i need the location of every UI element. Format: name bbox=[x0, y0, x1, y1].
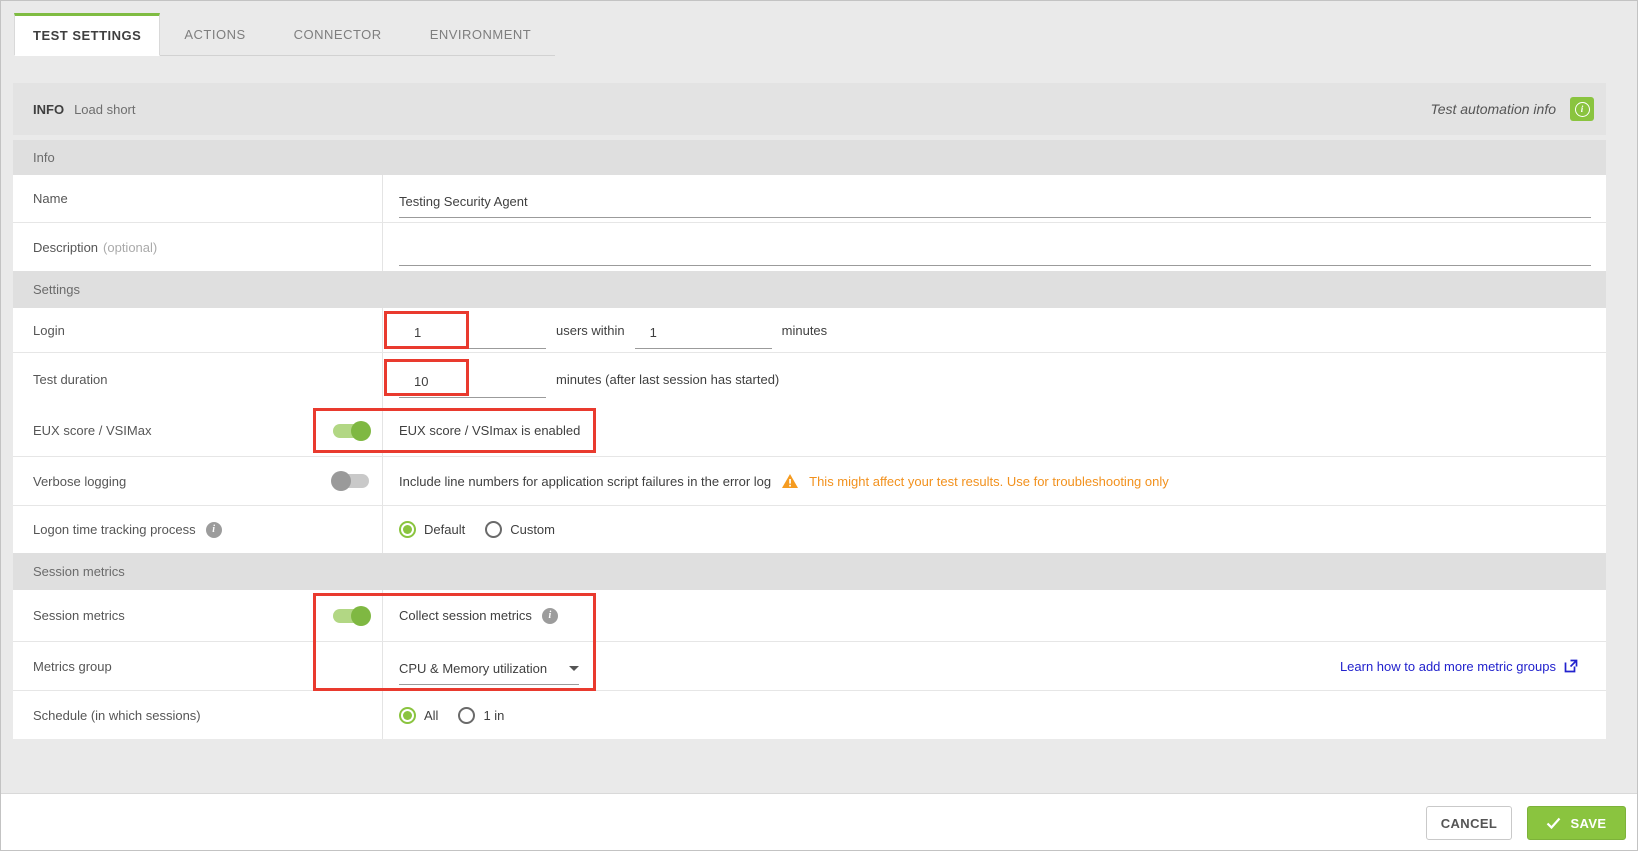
warning-icon bbox=[781, 473, 799, 489]
test-duration-label: Test duration bbox=[13, 353, 382, 405]
logon-tracking-row: Logon time tracking process i Default Cu… bbox=[13, 506, 1606, 553]
eux-score-toggle[interactable] bbox=[333, 424, 369, 438]
login-row: Login 1 users within 1 minutes bbox=[13, 308, 1606, 353]
test-duration-row: Test duration 10 minutes (after last ses… bbox=[13, 353, 1606, 405]
logon-tracking-label: Logon time tracking process bbox=[33, 522, 196, 537]
test-duration-after-text: minutes (after last session has started) bbox=[556, 372, 779, 387]
section-settings-title: Settings bbox=[33, 282, 80, 297]
toggle-knob bbox=[351, 421, 371, 441]
section-session-metrics-title: Session metrics bbox=[33, 564, 125, 579]
session-metrics-label: Session metrics bbox=[13, 590, 382, 641]
radio-custom[interactable] bbox=[485, 521, 502, 538]
verbose-logging-toggle[interactable] bbox=[333, 474, 369, 488]
chevron-down-icon bbox=[569, 666, 579, 671]
radio-all-label: All bbox=[424, 708, 438, 723]
verbose-logging-description: Include line numbers for application scr… bbox=[399, 474, 771, 489]
section-info-title: Info bbox=[33, 150, 55, 165]
verbose-logging-warning-text: This might affect your test results. Use… bbox=[809, 474, 1169, 489]
metrics-group-dropdown[interactable]: CPU & Memory utilization bbox=[399, 661, 579, 685]
tab-environment[interactable]: ENVIRONMENT bbox=[406, 13, 556, 56]
external-link-icon bbox=[1563, 658, 1579, 674]
test-settings-page: TEST SETTINGS ACTIONS CONNECTOR ENVIRONM… bbox=[0, 0, 1638, 851]
name-input[interactable]: Testing Security Agent bbox=[399, 194, 1591, 218]
schedule-row: Schedule (in which sessions) All 1 in bbox=[13, 691, 1606, 739]
radio-1-in[interactable] bbox=[458, 707, 475, 724]
login-minutes-input[interactable]: 1 bbox=[635, 325, 772, 349]
schedule-label: Schedule (in which sessions) bbox=[13, 691, 382, 739]
section-header-session-metrics: Session metrics bbox=[13, 553, 1606, 590]
test-duration-input[interactable]: 10 bbox=[399, 374, 546, 398]
metric-groups-learn-link[interactable]: Learn how to add more metric groups bbox=[1340, 658, 1606, 674]
cancel-button[interactable]: CANCEL bbox=[1426, 806, 1512, 840]
section-header-info: Info bbox=[13, 140, 1606, 175]
radio-default-label: Default bbox=[424, 522, 465, 537]
eux-score-label: EUX score / VSIMax bbox=[13, 405, 382, 456]
check-icon bbox=[1546, 817, 1561, 829]
description-optional-hint: (optional) bbox=[103, 240, 157, 255]
description-row: Description (optional) bbox=[13, 223, 1606, 271]
info-header-title: INFO bbox=[33, 102, 64, 117]
session-metrics-toggle[interactable] bbox=[333, 609, 369, 623]
footer-bar: CANCEL SAVE bbox=[1, 793, 1637, 851]
radio-custom-label: Custom bbox=[510, 522, 555, 537]
toggle-knob bbox=[331, 471, 351, 491]
name-row: Name Testing Security Agent bbox=[13, 175, 1606, 223]
description-input[interactable] bbox=[399, 242, 1591, 266]
eux-score-status-text: EUX score / VSImax is enabled bbox=[399, 423, 580, 438]
tab-bar: TEST SETTINGS ACTIONS CONNECTOR ENVIRONM… bbox=[14, 13, 555, 56]
metrics-group-label: Metrics group bbox=[13, 642, 382, 690]
login-between-text: users within bbox=[556, 323, 625, 338]
verbose-logging-row: Verbose logging Include line numbers for… bbox=[13, 457, 1606, 506]
section-header-settings: Settings bbox=[13, 271, 1606, 308]
login-label: Login bbox=[13, 308, 382, 352]
tab-actions[interactable]: ACTIONS bbox=[160, 13, 269, 56]
metrics-group-selected-value: CPU & Memory utilization bbox=[399, 661, 547, 676]
info-icon: i bbox=[1575, 102, 1590, 117]
session-metrics-row: Session metrics Collect session metrics … bbox=[13, 590, 1606, 642]
tab-test-settings[interactable]: TEST SETTINGS bbox=[14, 13, 160, 56]
metrics-group-row: Metrics group CPU & Memory utilization L… bbox=[13, 642, 1606, 691]
tab-connector[interactable]: CONNECTOR bbox=[270, 13, 406, 56]
test-automation-info-label: Test automation info bbox=[1430, 101, 1556, 117]
eux-score-row: EUX score / VSIMax EUX score / VSImax is… bbox=[13, 405, 1606, 457]
verbose-logging-label: Verbose logging bbox=[13, 457, 382, 505]
session-metrics-description: Collect session metrics bbox=[399, 608, 532, 623]
info-header-subtitle: Load short bbox=[74, 102, 135, 117]
radio-1-in-label: 1 in bbox=[483, 708, 504, 723]
radio-all[interactable] bbox=[399, 707, 416, 724]
name-label: Name bbox=[13, 175, 382, 222]
logon-tracking-info-icon[interactable]: i bbox=[206, 522, 222, 538]
description-label: Description bbox=[33, 240, 98, 255]
test-automation-info-button[interactable]: i bbox=[1570, 97, 1594, 121]
metric-groups-link-label: Learn how to add more metric groups bbox=[1340, 659, 1556, 674]
toggle-knob bbox=[351, 606, 371, 626]
save-button[interactable]: SAVE bbox=[1527, 806, 1626, 840]
login-users-input[interactable]: 1 bbox=[399, 325, 546, 349]
info-header-bar: INFO Load short Test automation info i bbox=[13, 83, 1606, 135]
session-metrics-info-icon[interactable]: i bbox=[542, 608, 558, 624]
save-button-label: SAVE bbox=[1570, 816, 1606, 831]
radio-default[interactable] bbox=[399, 521, 416, 538]
login-after-text: minutes bbox=[782, 323, 828, 338]
